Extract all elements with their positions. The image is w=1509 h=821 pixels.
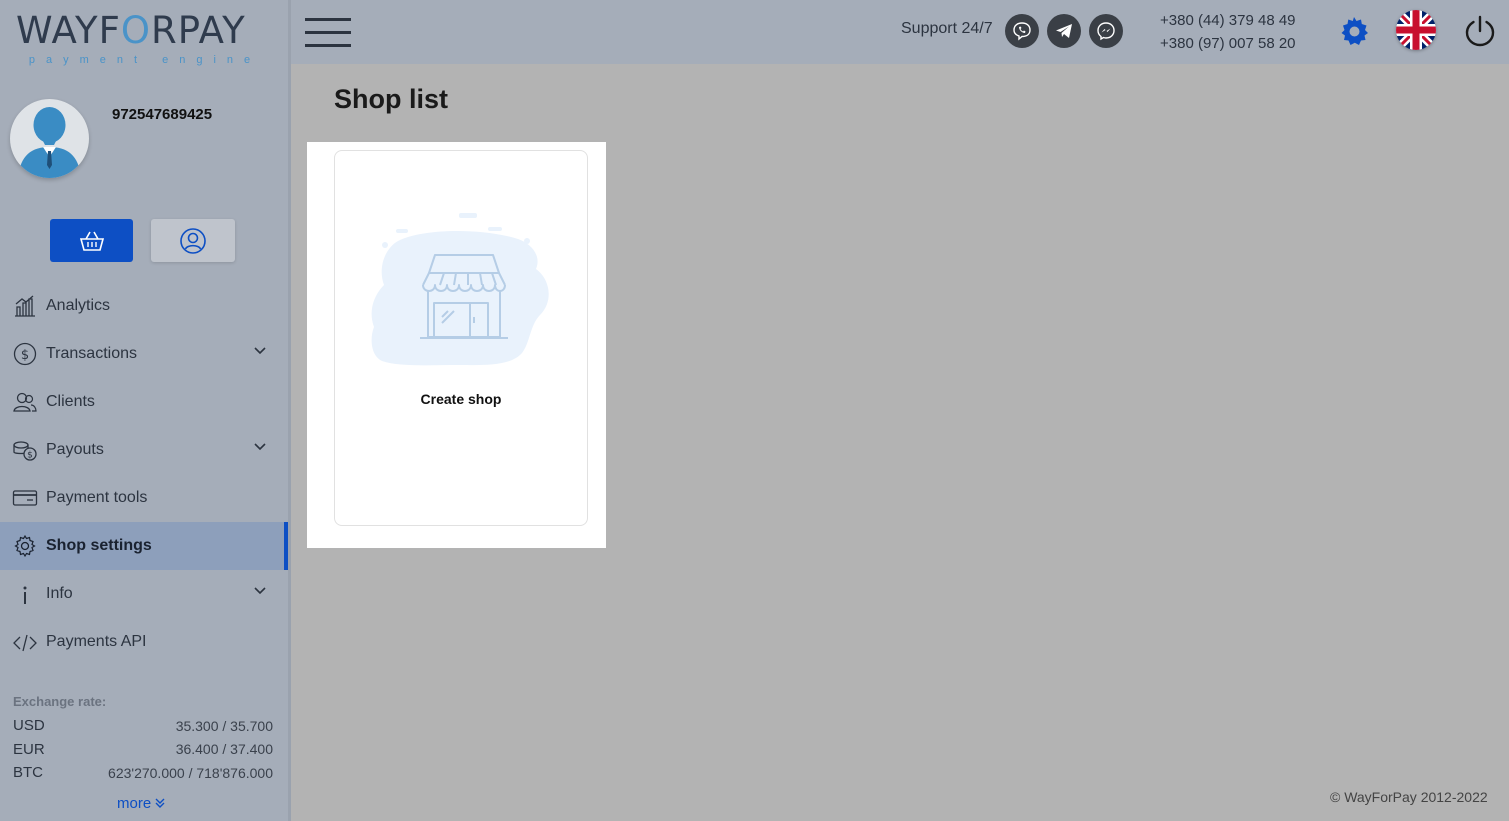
analytics-icon bbox=[12, 293, 38, 319]
code-icon bbox=[12, 629, 38, 655]
profile-mode-button[interactable] bbox=[151, 219, 235, 262]
double-chevron-down-icon bbox=[155, 798, 165, 808]
gear-icon bbox=[12, 533, 38, 559]
telegram-icon[interactable] bbox=[1047, 14, 1081, 48]
sidebar-item-payment-tools[interactable]: Payment tools bbox=[0, 474, 288, 522]
footer-copyright: © WayForPay 2012-2022 bbox=[1330, 789, 1488, 805]
user-circle-icon bbox=[180, 227, 206, 254]
page-title: Shop list bbox=[334, 84, 448, 114]
menu-toggle-icon[interactable] bbox=[305, 18, 351, 48]
wayforpay-logo[interactable]: WAYFORPAY payment engine bbox=[16, 10, 268, 67]
rate-row: BTC 623'270.000 / 718'876.000 bbox=[13, 764, 273, 782]
phone-number-1[interactable]: +380 (44) 379 48 49 bbox=[1160, 9, 1296, 32]
logout-power-icon[interactable] bbox=[1463, 14, 1497, 53]
create-shop-card[interactable]: Create shop bbox=[334, 150, 588, 526]
chevron-down-icon[interactable] bbox=[254, 587, 266, 595]
chevron-down-icon[interactable] bbox=[254, 443, 266, 451]
chevron-down-icon[interactable] bbox=[254, 347, 266, 355]
shop-mode-button[interactable] bbox=[50, 219, 133, 262]
sidebar-item-transactions[interactable]: $ Transactions bbox=[0, 330, 288, 378]
user-silhouette-icon bbox=[18, 107, 81, 178]
basket-icon bbox=[79, 231, 104, 251]
sidebar-item-payouts[interactable]: $ Payouts bbox=[0, 426, 288, 474]
create-shop-label: Create shop bbox=[420, 391, 502, 407]
user-id: 972547689425 bbox=[112, 106, 213, 123]
exchange-rate-title: Exchange rate: bbox=[13, 694, 107, 709]
viber-icon[interactable] bbox=[1005, 14, 1039, 48]
support-phones: +380 (44) 379 48 49 +380 (97) 007 58 20 bbox=[1160, 9, 1296, 55]
phone-number-2[interactable]: +380 (97) 007 58 20 bbox=[1160, 32, 1296, 55]
top-header: Support 24/7 +380 (44) 379 48 49 +380 (9… bbox=[291, 0, 1509, 64]
support-label: Support 24/7 bbox=[901, 20, 993, 37]
svg-text:$: $ bbox=[27, 451, 33, 461]
rate-row: USD 35.300 / 35.700 bbox=[13, 717, 273, 735]
card-icon bbox=[12, 485, 38, 511]
dollar-icon: $ bbox=[12, 341, 38, 367]
coins-icon: $ bbox=[12, 437, 38, 463]
sidebar-menu: Analytics $ Transactions Clients $ Payou… bbox=[0, 282, 288, 666]
sidebar-item-analytics[interactable]: Analytics bbox=[0, 282, 288, 330]
exchange-rates: Exchange rate: USD 35.300 / 35.700 EUR 3… bbox=[13, 694, 273, 785]
logo-tagline: payment engine bbox=[28, 54, 262, 66]
messenger-icon[interactable] bbox=[1089, 14, 1123, 48]
storefront-icon bbox=[371, 213, 549, 366]
sidebar-item-payments-api[interactable]: Payments API bbox=[0, 618, 288, 666]
shop-list-container: Create shop bbox=[307, 142, 606, 548]
language-uk-flag-icon[interactable] bbox=[1396, 10, 1436, 50]
avatar[interactable] bbox=[10, 99, 89, 178]
clients-icon bbox=[12, 389, 38, 415]
rate-row: EUR 36.400 / 37.400 bbox=[13, 740, 273, 758]
sidebar-item-shop-settings[interactable]: Shop settings bbox=[0, 522, 288, 570]
sidebar: WAYFORPAY payment engine 972547689425 An… bbox=[0, 0, 291, 821]
sidebar-item-info[interactable]: Info bbox=[0, 570, 288, 618]
settings-gear-icon[interactable] bbox=[1337, 14, 1371, 53]
more-rates-link[interactable]: more bbox=[117, 795, 165, 812]
sidebar-item-clients[interactable]: Clients bbox=[0, 378, 288, 426]
svg-text:$: $ bbox=[21, 348, 29, 363]
info-icon bbox=[12, 581, 38, 607]
